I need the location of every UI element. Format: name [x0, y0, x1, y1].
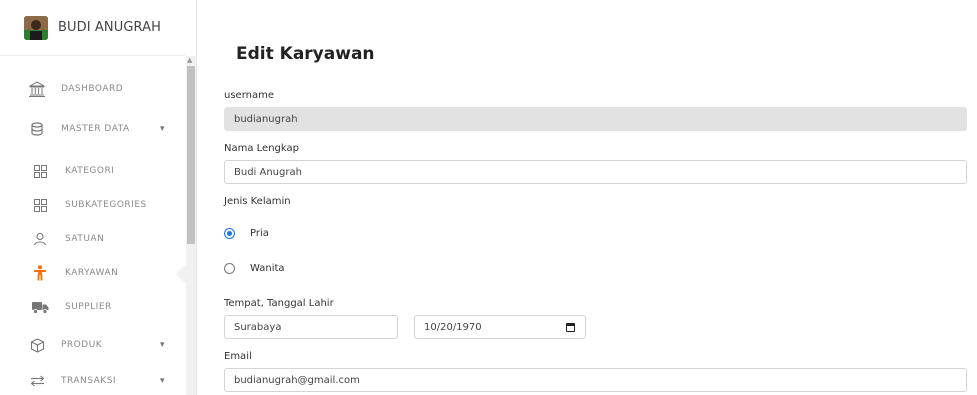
radio-pria[interactable] — [224, 228, 235, 239]
sidebar-menu: DASHBOARD MASTER DATA ▾ KATEGORI SUBKATE… — [0, 70, 185, 395]
sidebar-item-label: KATEGORI — [65, 166, 115, 176]
birth-label: Tempat, Tanggal Lahir — [224, 298, 334, 309]
sidebar-item-master-data[interactable]: MASTER DATA ▾ — [0, 110, 185, 148]
sidebar-user[interactable]: BUDI ANUGRAH — [0, 0, 185, 56]
avatar — [24, 15, 48, 40]
sidebar-item-label: KARYAWAN — [65, 268, 119, 278]
gender-option-pria[interactable]: Pria — [224, 228, 269, 239]
sidebar-item-produk[interactable]: PRODUK ▾ — [0, 326, 185, 364]
user-icon — [30, 229, 50, 249]
sidebar-scrollbar[interactable]: ▲ — [186, 56, 196, 395]
sidebar-item-supplier[interactable]: SUPPLIER — [0, 288, 185, 326]
sidebar-item-label: MASTER DATA — [61, 124, 130, 134]
birth-place-field[interactable]: Surabaya — [224, 315, 398, 339]
arrows-icon — [27, 371, 47, 391]
caret-down-icon: ▾ — [160, 124, 166, 134]
page-title: Edit Karyawan — [236, 44, 375, 64]
sidebar: BUDI ANUGRAH DASHBOARD MASTER DATA ▾ KAT… — [0, 0, 197, 395]
sidebar-item-kategori[interactable]: KATEGORI — [0, 152, 185, 190]
username-field[interactable]: budianugrah — [224, 107, 967, 131]
radio-label: Wanita — [250, 263, 285, 274]
sidebar-item-label: DASHBOARD — [61, 84, 124, 94]
main-content: Edit Karyawan username budianugrah Nama … — [198, 0, 977, 395]
sidebar-item-karyawan[interactable]: KARYAWAN — [0, 254, 185, 292]
email-field[interactable]: budianugrah@gmail.com — [224, 368, 967, 392]
caret-down-icon: ▾ — [160, 376, 166, 386]
email-label: Email — [224, 351, 252, 362]
bank-icon — [27, 79, 47, 99]
scroll-up-icon[interactable]: ▲ — [187, 56, 192, 64]
sidebar-user-name: BUDI ANUGRAH — [58, 20, 161, 35]
fullname-field[interactable]: Budi Anugrah — [224, 160, 967, 184]
fullname-label: Nama Lengkap — [224, 143, 299, 154]
birth-date-field[interactable]: 10/20/1970 — [414, 315, 586, 339]
sidebar-item-dashboard[interactable]: DASHBOARD — [0, 70, 185, 108]
sidebar-item-label: SATUAN — [65, 234, 105, 244]
username-label: username — [224, 90, 274, 101]
sidebar-item-transaksi[interactable]: TRANSAKSI ▾ — [0, 362, 185, 395]
radio-wanita[interactable] — [224, 263, 235, 274]
gender-option-wanita[interactable]: Wanita — [224, 263, 285, 274]
grid-icon — [30, 195, 50, 215]
scrollbar-thumb[interactable] — [187, 66, 195, 244]
box-icon — [27, 335, 47, 355]
sidebar-item-label: PRODUK — [61, 340, 103, 350]
radio-label: Pria — [250, 228, 269, 239]
sidebar-item-label: SUBKATEGORIES — [65, 200, 147, 210]
sidebar-item-label: TRANSAKSI — [61, 376, 117, 386]
database-icon — [27, 119, 47, 139]
caret-down-icon: ▾ — [160, 340, 166, 350]
grid-icon — [30, 161, 50, 181]
sidebar-item-label: SUPPLIER — [65, 302, 112, 312]
calendar-icon[interactable] — [566, 323, 575, 332]
truck-icon — [30, 297, 50, 317]
birth-date-value: 10/20/1970 — [424, 321, 482, 333]
sidebar-item-satuan[interactable]: SATUAN — [0, 220, 185, 258]
gender-label: Jenis Kelamin — [224, 196, 291, 207]
person-icon — [30, 263, 50, 283]
sidebar-item-subkategories[interactable]: SUBKATEGORIES — [0, 186, 185, 224]
